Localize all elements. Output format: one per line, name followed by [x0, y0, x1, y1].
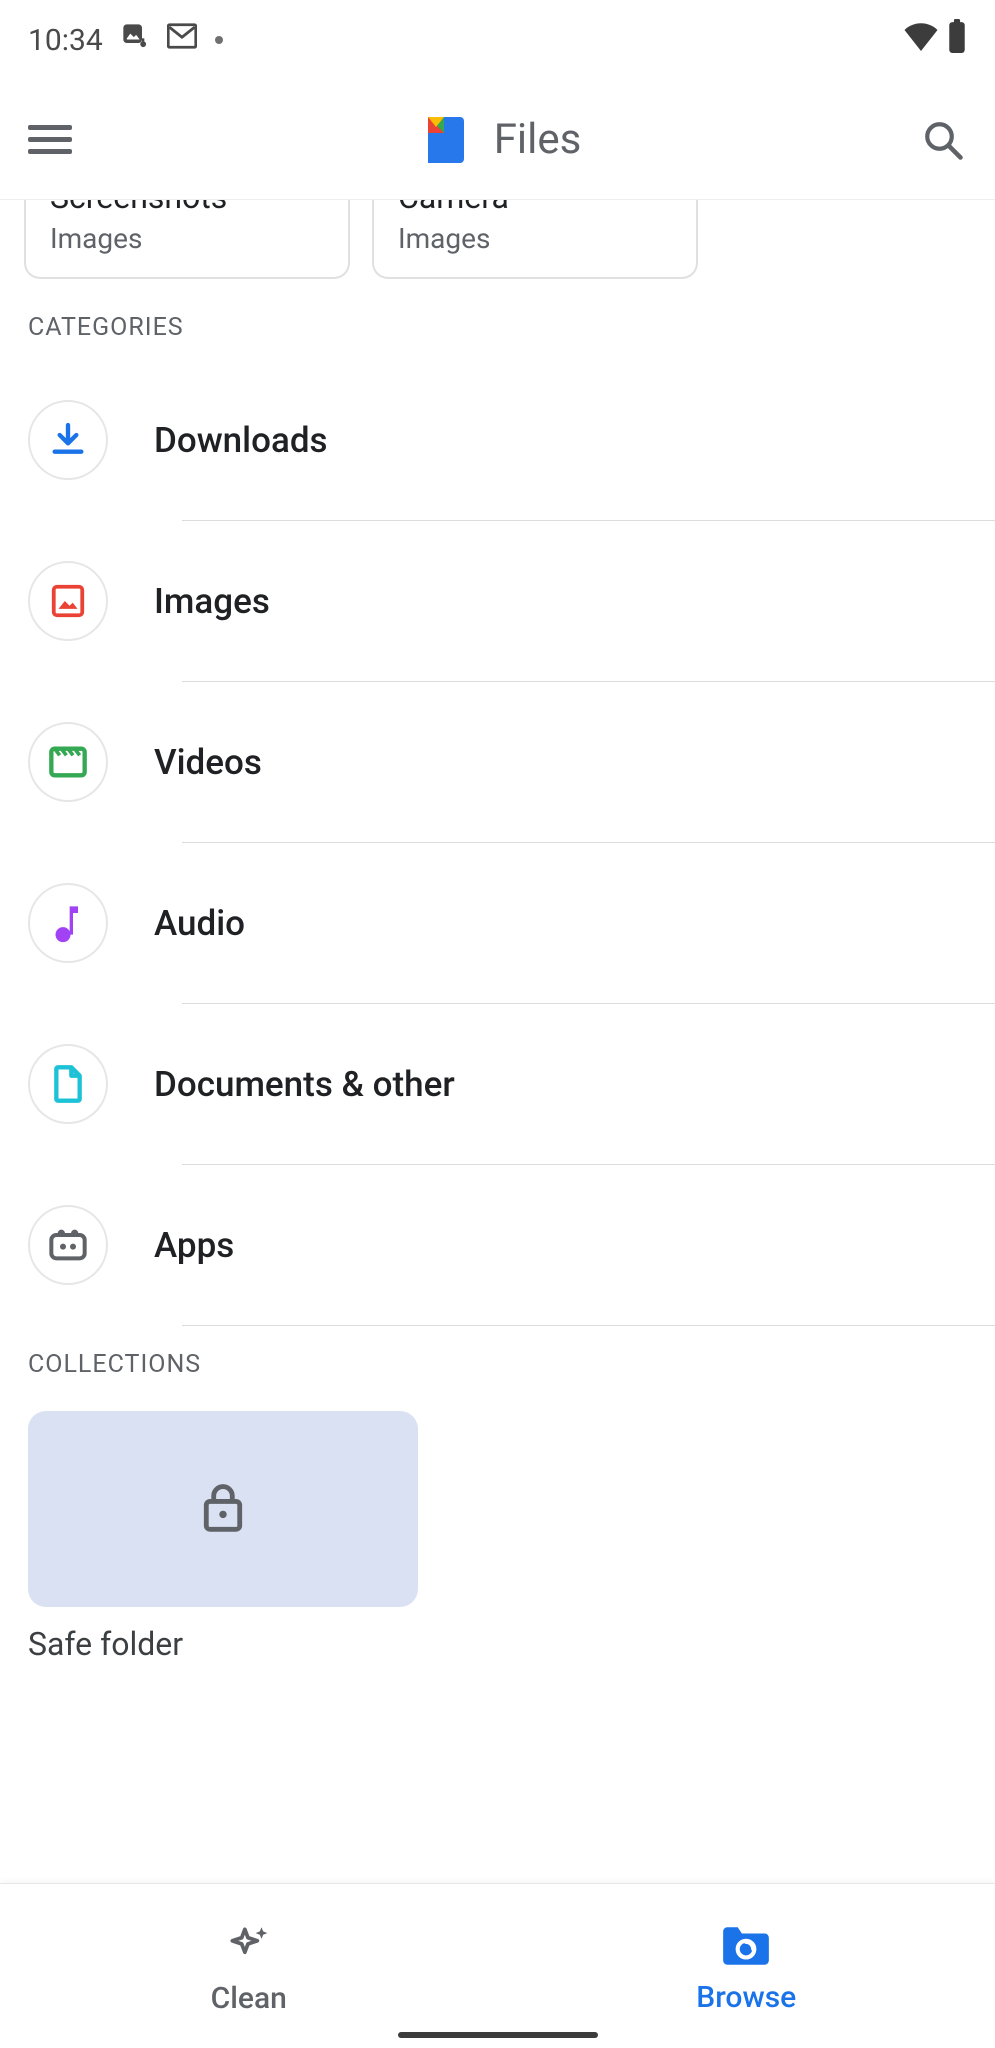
image-icon — [28, 561, 108, 641]
category-label: Audio — [154, 903, 245, 944]
category-downloads[interactable]: Downloads — [28, 360, 995, 520]
category-label: Images — [154, 581, 270, 622]
download-icon — [28, 400, 108, 480]
recent-folders-row[interactable]: Screenshots Images Camera Images — [0, 200, 995, 303]
category-images[interactable]: Images — [28, 521, 995, 681]
recent-card-camera[interactable]: Camera Images — [372, 200, 698, 279]
category-label: Apps — [154, 1225, 234, 1266]
recent-card-subtitle: Images — [50, 222, 324, 255]
category-label: Documents & other — [154, 1064, 455, 1105]
recent-card-title: Screenshots — [50, 200, 324, 216]
image-alert-icon — [121, 22, 149, 58]
video-icon — [28, 722, 108, 802]
gmail-icon — [167, 22, 197, 58]
category-label: Downloads — [154, 420, 328, 461]
recent-card-subtitle: Images — [398, 222, 672, 255]
category-audio[interactable]: Audio — [28, 843, 995, 1003]
audio-icon — [28, 883, 108, 963]
category-documents[interactable]: Documents & other — [28, 1004, 995, 1164]
recent-card-screenshots[interactable]: Screenshots Images — [24, 200, 350, 279]
notification-dot-icon — [215, 36, 223, 44]
status-bar: 10:34 — [0, 0, 995, 80]
categories-header: Categories — [0, 303, 995, 360]
lock-icon — [200, 1481, 246, 1537]
document-icon — [28, 1044, 108, 1124]
bottom-nav: Clean Browse — [0, 1883, 995, 2048]
app-title: Files — [494, 115, 582, 164]
recent-card-title: Camera — [398, 200, 672, 216]
category-label: Videos — [154, 742, 262, 783]
safe-folder-label: Safe folder — [0, 1625, 995, 1663]
collections-header: Collections — [0, 1326, 995, 1397]
sparkle-icon — [224, 1921, 274, 1975]
safe-folder-card[interactable] — [28, 1411, 418, 1607]
battery-icon — [947, 19, 967, 61]
browse-content: Screenshots Images Camera Images Categor… — [0, 200, 995, 1883]
browse-folder-icon — [719, 1922, 773, 1974]
search-button[interactable] — [919, 116, 967, 164]
category-apps[interactable]: Apps — [28, 1165, 995, 1325]
nav-label: Clean — [211, 1981, 287, 2016]
app-bar: Files — [0, 80, 995, 200]
apps-icon — [28, 1205, 108, 1285]
search-icon — [922, 119, 964, 161]
gesture-handle[interactable] — [398, 2032, 598, 2038]
wifi-icon — [903, 21, 939, 59]
nav-clean[interactable]: Clean — [0, 1889, 498, 2048]
categories-list: Downloads Images Videos Audio — [0, 360, 995, 1326]
nav-label: Browse — [696, 1980, 796, 2015]
menu-button[interactable] — [28, 116, 76, 164]
category-videos[interactable]: Videos — [28, 682, 995, 842]
nav-browse[interactable]: Browse — [498, 1889, 995, 2048]
status-time: 10:34 — [28, 23, 103, 58]
bottom-nav-wrap: Clean Browse — [0, 1883, 995, 2048]
files-logo-icon — [414, 117, 474, 163]
